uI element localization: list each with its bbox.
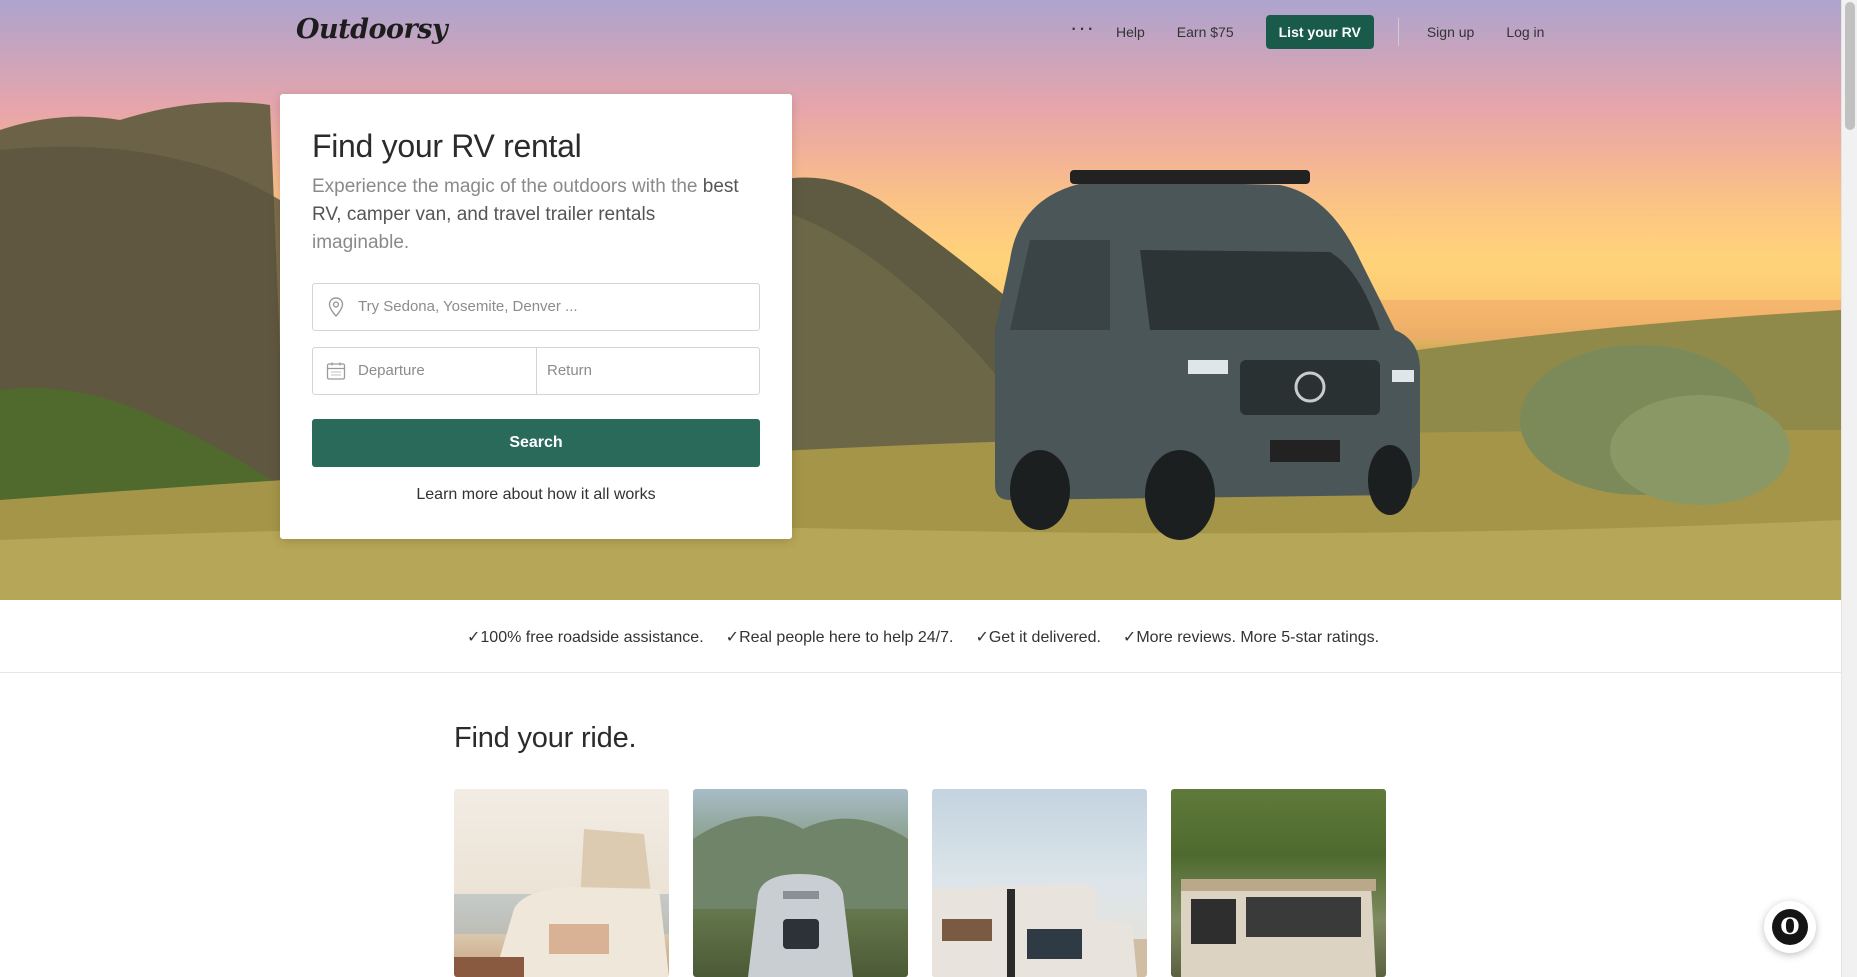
value-props-list: ✓100% free roadside assistance. ✓Real pe… — [467, 627, 1401, 647]
nav-earn-link[interactable]: Earn $75 — [1177, 24, 1234, 40]
ellipsis-icon[interactable]: ··· — [1070, 17, 1094, 39]
outdoorsy-logo[interactable]: Outdoorsy — [296, 14, 448, 45]
campervan-image — [454, 829, 669, 977]
ride-card-class-a[interactable] — [1171, 789, 1386, 977]
list-your-rv-button[interactable]: List your RV — [1265, 15, 1374, 49]
map-pin-icon — [328, 297, 344, 318]
value-props-bar: ✓100% free roadside assistance. ✓Real pe… — [0, 600, 1841, 673]
learn-more-link[interactable]: Learn more about how it all works — [280, 486, 792, 504]
camper-van-graphic — [995, 170, 1420, 540]
ride-card-motorhome[interactable] — [932, 789, 1147, 977]
hero-banner — [0, 0, 1841, 600]
sign-up-link[interactable]: Sign up — [1427, 24, 1474, 40]
class-c-motorhome-image — [932, 884, 1147, 977]
return-placeholder: Return — [547, 362, 593, 379]
date-range-field: Departure Return — [312, 347, 760, 395]
search-card-subtitle: Experience the magic of the outdoors wit… — [312, 173, 752, 257]
airstream-trailer-image — [693, 816, 908, 977]
scrollbar-thumb[interactable] — [1845, 2, 1855, 130]
search-button[interactable]: Search — [312, 419, 760, 467]
nav-divider — [1397, 18, 1399, 46]
value-prop-item: ✓Real people here to help 24/7. — [725, 629, 954, 646]
subtitle-plain: Experience the magic of the outdoors wit… — [312, 176, 703, 197]
class-a-motorhome-image — [1181, 879, 1376, 977]
ride-card-campervan[interactable] — [454, 789, 669, 977]
departure-date-input[interactable]: Departure — [313, 348, 536, 394]
ride-category-cards — [454, 789, 1410, 977]
top-nav: Outdoorsy ··· Help Earn $75 List your RV… — [0, 0, 1841, 66]
search-card: Find your RV rental Experience the magic… — [280, 94, 792, 539]
nav-help-link[interactable]: Help — [1116, 24, 1145, 40]
outdoorsy-chat-icon: O — [1772, 909, 1808, 945]
departure-placeholder: Departure — [358, 362, 425, 379]
page-scrollbar[interactable] — [1841, 0, 1857, 977]
value-prop-item: ✓Get it delivered. — [975, 629, 1101, 646]
value-prop-item: ✓100% free roadside assistance. — [467, 629, 704, 646]
log-in-link[interactable]: Log in — [1506, 24, 1544, 40]
value-prop-item: ✓More reviews. More 5-star ratings. — [1122, 629, 1380, 646]
location-placeholder: Try Sedona, Yosemite, Denver ... — [358, 298, 578, 315]
return-date-input[interactable]: Return — [536, 348, 759, 394]
ride-card-travel-trailer[interactable] — [693, 789, 908, 977]
chat-widget-button[interactable]: O — [1764, 901, 1816, 953]
calendar-icon — [326, 362, 346, 380]
hero-landscape-image — [0, 102, 1841, 600]
location-search-input[interactable]: Try Sedona, Yosemite, Denver ... — [312, 283, 760, 331]
nav-links: ··· Help Earn $75 List your RV Sign up L… — [1070, 15, 1544, 49]
search-card-title: Find your RV rental — [312, 128, 582, 164]
subtitle-end: imaginable. — [312, 232, 410, 253]
find-your-ride-heading: Find your ride. — [454, 722, 637, 754]
